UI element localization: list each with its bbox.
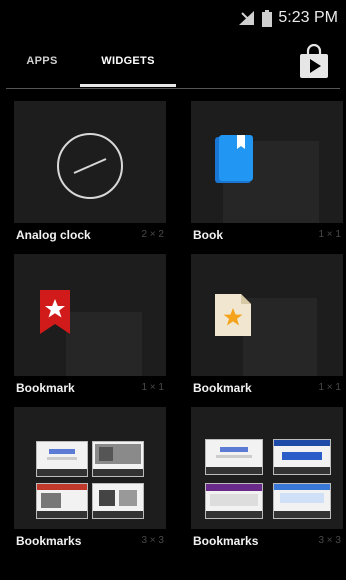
widget-bookmark[interactable]: Bookmark 1 × 1 xyxy=(191,254,343,404)
thumbnail-bar xyxy=(93,511,143,518)
thumbnail-bar xyxy=(274,467,330,474)
bookmark-thumbnail xyxy=(92,483,144,519)
widget-size: 1 × 1 xyxy=(318,382,341,393)
thumbnail-bar xyxy=(37,469,87,476)
tab-widgets[interactable]: WIDGETS xyxy=(80,36,176,86)
widget-preview xyxy=(14,254,166,376)
widget-bookmarks[interactable]: Bookmarks 3 × 3 xyxy=(14,407,166,557)
widget-label: Book xyxy=(193,228,223,242)
tab-divider xyxy=(6,88,340,89)
bookmark-thumbnail xyxy=(205,483,263,519)
play-store-button[interactable] xyxy=(298,43,330,78)
bookmark-thumbnail xyxy=(205,439,263,475)
tab-apps[interactable]: APPS xyxy=(14,36,70,86)
widget-preview xyxy=(191,254,343,376)
thumbnail-bar xyxy=(206,511,262,518)
thumbnail-bar xyxy=(37,511,87,518)
widget-size: 1 × 1 xyxy=(318,229,341,240)
widget-label: Bookmarks xyxy=(16,534,82,548)
play-store-icon xyxy=(300,43,328,78)
status-time: 5:23 PM xyxy=(278,9,338,26)
widget-preview xyxy=(14,101,166,223)
bookmark-thumbnail xyxy=(36,441,88,477)
bookmark-thumbnail xyxy=(273,439,331,475)
widget-label: Bookmarks xyxy=(193,534,259,548)
widget-size: 3 × 3 xyxy=(318,535,341,546)
widget-bookmark[interactable]: Bookmark 1 × 1 xyxy=(14,254,166,404)
signal-icon xyxy=(239,11,255,25)
widget-preview xyxy=(191,101,343,223)
widget-size: 2 × 2 xyxy=(141,229,164,240)
ghost-preview xyxy=(66,312,142,376)
bookmark-star-icon xyxy=(40,290,70,334)
widget-label: Bookmark xyxy=(193,381,252,395)
widget-preview xyxy=(191,407,343,529)
bookmark-page-icon xyxy=(215,294,251,336)
battery-icon xyxy=(262,9,273,27)
bookmark-thumbnail xyxy=(92,441,144,477)
thumbnail-bar xyxy=(206,467,262,474)
widget-analog-clock[interactable]: Analog clock 2 × 2 xyxy=(14,101,166,251)
ghost-preview xyxy=(243,298,317,376)
bookmark-thumbnail xyxy=(273,483,331,519)
thumbnail-bar xyxy=(93,469,143,476)
book-icon xyxy=(215,135,253,183)
bookmark-thumbnail xyxy=(36,483,88,519)
tab-selected-indicator xyxy=(80,84,176,87)
analog-clock-icon xyxy=(57,133,123,199)
widget-book[interactable]: Book 1 × 1 xyxy=(191,101,343,251)
widget-size: 3 × 3 xyxy=(141,535,164,546)
widget-preview xyxy=(14,407,166,529)
widget-bookmarks[interactable]: Bookmarks 3 × 3 xyxy=(191,407,343,557)
widget-label: Analog clock xyxy=(16,228,91,242)
status-bar: 5:23 PM xyxy=(0,0,346,36)
widget-label: Bookmark xyxy=(16,381,75,395)
tab-bar: APPS WIDGETS xyxy=(0,36,346,90)
thumbnail-bar xyxy=(274,511,330,518)
widget-size: 1 × 1 xyxy=(141,382,164,393)
